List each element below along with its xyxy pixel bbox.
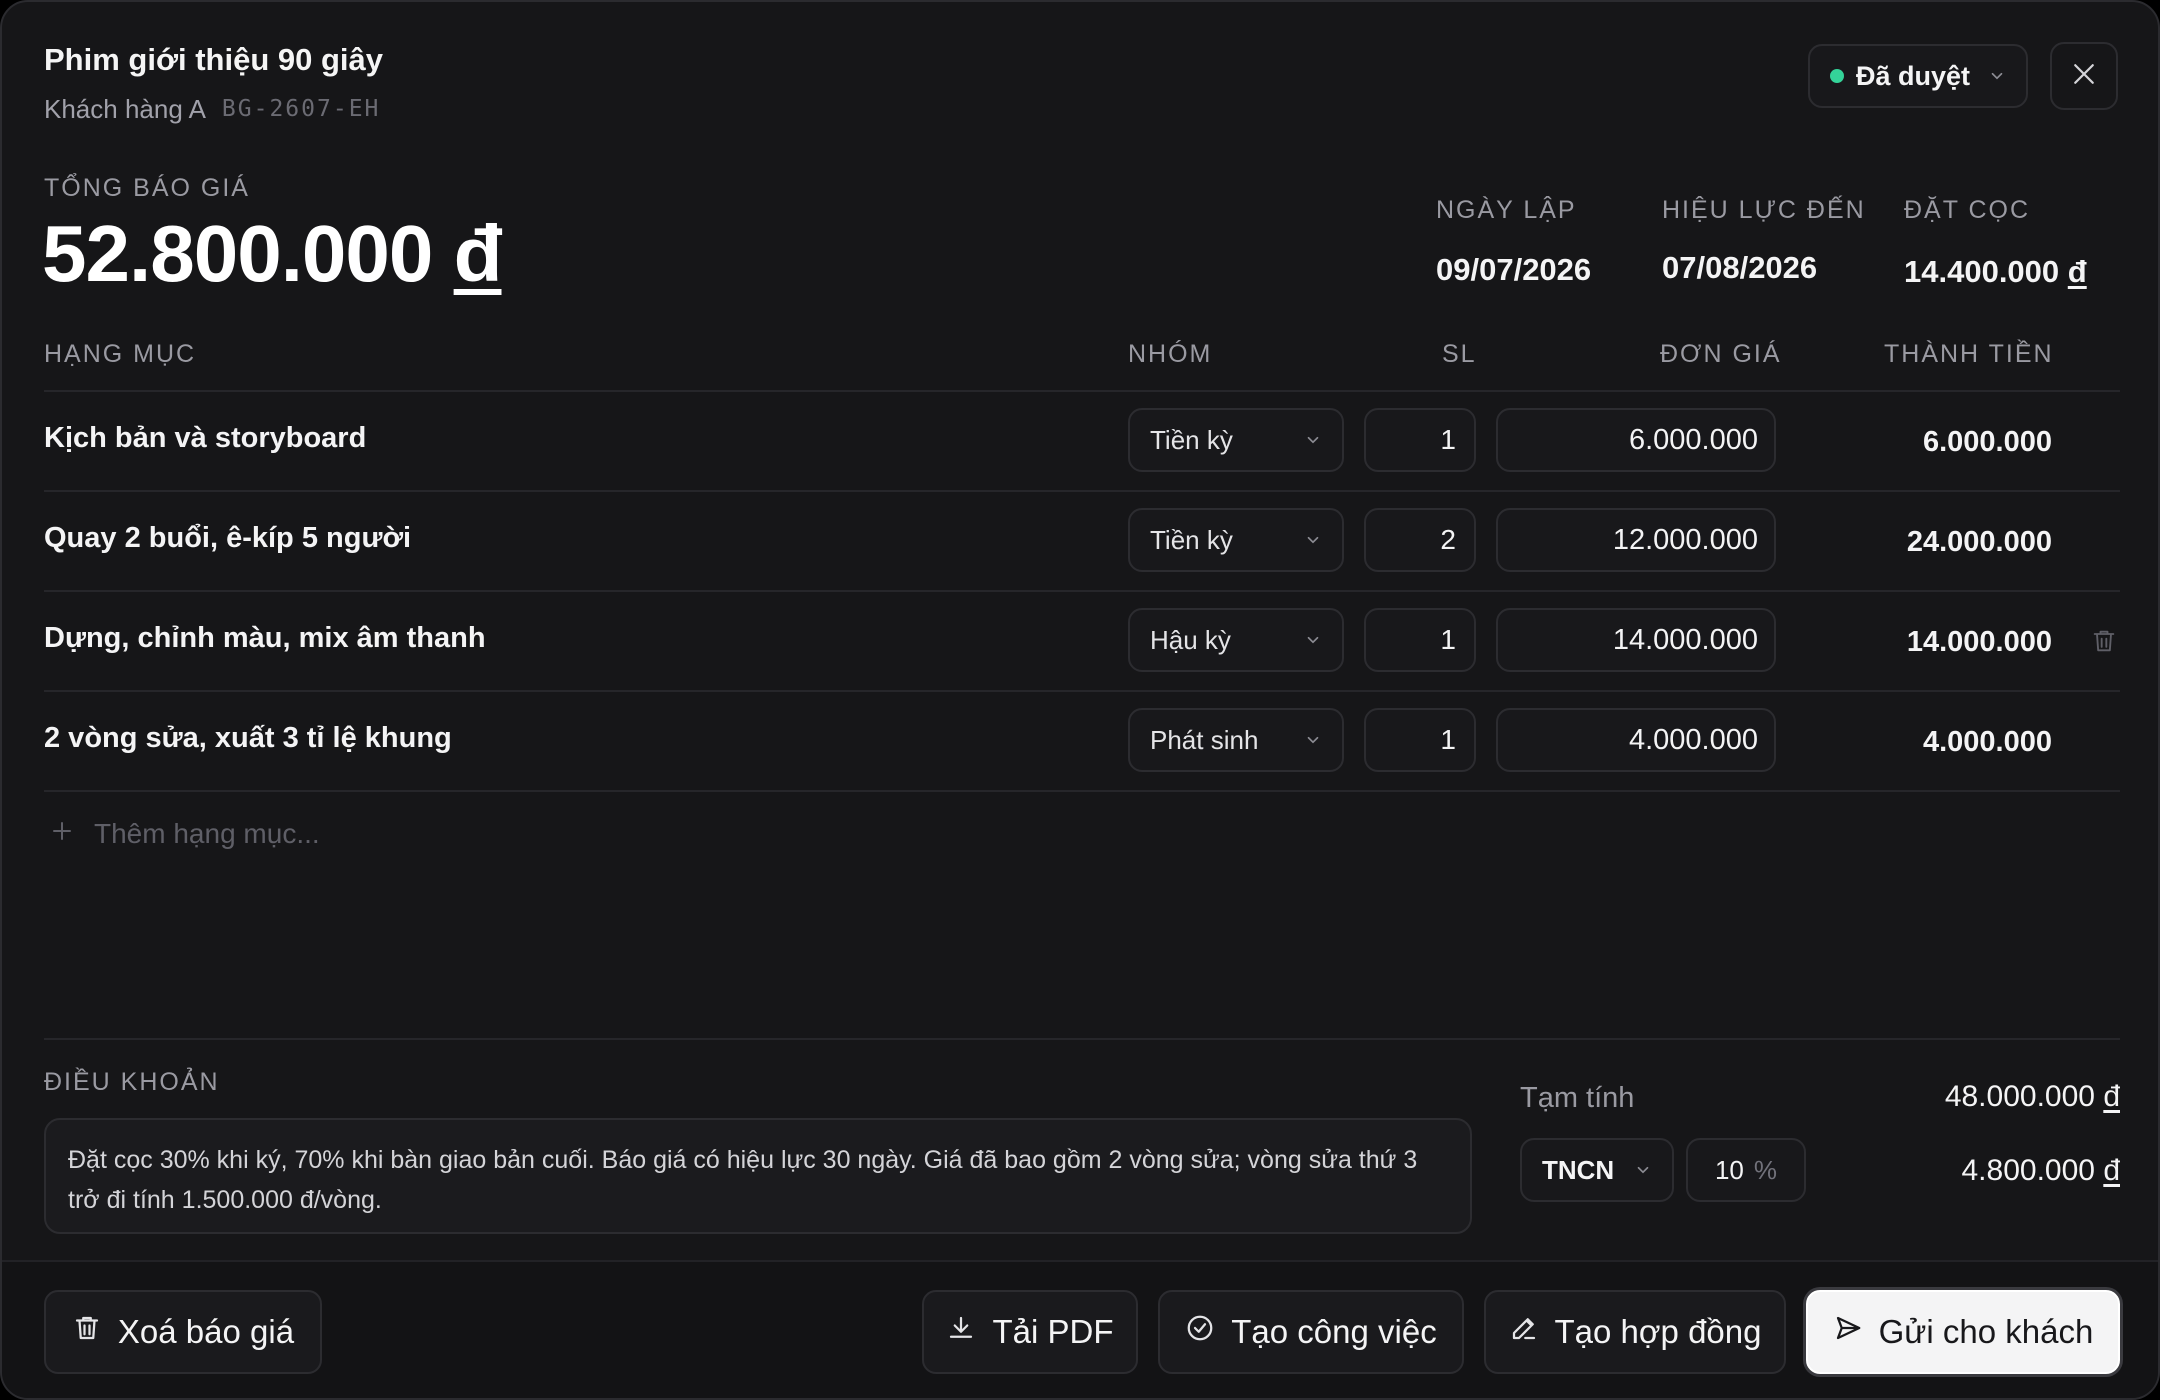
column-header-amount: THÀNH TIỀN [1884, 340, 2054, 368]
trash-icon[interactable] [2090, 626, 2118, 661]
issue-date-label: NGÀY LẬP [1436, 196, 1577, 224]
quote-code: BG-2607-EH [221, 96, 381, 122]
chevron-down-icon [1634, 1155, 1652, 1186]
quantity-input[interactable]: 1 [1364, 708, 1476, 772]
quantity-input[interactable]: 1 [1364, 408, 1476, 472]
group-select-value: Hậu kỳ [1150, 624, 1231, 655]
row-amount: 24.000.000 [1906, 526, 2052, 558]
status-dropdown[interactable]: Đã duyệt [1808, 44, 2028, 108]
group-select[interactable]: Hậu kỳ [1128, 608, 1344, 672]
row-divider [44, 590, 2120, 592]
send-icon [1833, 1313, 1863, 1351]
unit-price-input[interactable]: 14.000.000 [1496, 608, 1776, 672]
quote-title: Phim giới thiệu 90 giây [44, 42, 384, 77]
edit-icon [1509, 1313, 1539, 1351]
create-task-label: Tạo công việc [1231, 1313, 1437, 1350]
download-pdf-label: Tải PDF [992, 1313, 1114, 1350]
header-divider [44, 390, 2120, 392]
terms-label: ĐIỀU KHOẢN [44, 1068, 220, 1096]
check-circle-icon [1185, 1313, 1215, 1351]
status-label: Đã duyệt [1856, 60, 1971, 91]
tax-type-select[interactable]: TNCN [1520, 1138, 1674, 1202]
create-contract-button[interactable]: Tạo hợp đồng [1484, 1290, 1786, 1374]
create-task-button[interactable]: Tạo công việc [1158, 1290, 1464, 1374]
subtotal-label: Tạm tính [1520, 1082, 1635, 1114]
download-pdf-button[interactable]: Tải PDF [922, 1290, 1138, 1374]
tax-rate-value: 10 [1714, 1154, 1744, 1185]
group-select-value: Phát sinh [1150, 724, 1259, 755]
chevron-down-icon [1304, 425, 1322, 456]
table-row-name[interactable]: Dựng, chỉnh màu, mix âm thanh [44, 622, 486, 655]
add-item-button[interactable]: Thêm hạng mục... [50, 818, 320, 850]
tax-amount: 4.800.000 [1961, 1154, 2095, 1187]
tax-rate-input[interactable]: 10 % [1686, 1138, 1806, 1202]
unit-price-input[interactable]: 6.000.000 [1496, 408, 1776, 472]
column-header-item: HẠNG MỤC [44, 340, 197, 368]
subtotal-value: 48.000.000 đ [1822, 1080, 2120, 1114]
total-value: 52.800.000 đ [42, 208, 502, 300]
unit-price-input[interactable]: 12.000.000 [1496, 508, 1776, 572]
chevron-down-icon [1988, 61, 2006, 92]
table-row-name[interactable]: 2 vòng sửa, xuất 3 tỉ lệ khung [44, 722, 452, 755]
total-currency: đ [453, 209, 503, 298]
quantity-input[interactable]: 2 [1364, 508, 1476, 572]
tax-type-value: TNCN [1542, 1154, 1615, 1185]
group-select-value: Tiền kỳ [1150, 524, 1233, 555]
unit-price-input[interactable]: 4.000.000 [1496, 708, 1776, 772]
row-divider [44, 490, 2120, 492]
quote-subtitle: Khách hàng A BG-2607-EH [44, 94, 380, 125]
column-header-group: NHÓM [1128, 340, 1213, 368]
chevron-down-icon [1304, 525, 1322, 556]
group-select-value: Tiền kỳ [1150, 424, 1233, 455]
row-divider [44, 690, 2120, 692]
quote-dialog: Phim giới thiệu 90 giây Khách hàng A BG-… [0, 0, 2160, 1400]
deposit-currency: đ [2067, 254, 2087, 289]
column-header-qty: SL [1442, 340, 1477, 368]
row-divider [44, 790, 2120, 792]
group-select[interactable]: Tiền kỳ [1128, 508, 1344, 572]
client-name: Khách hàng A [44, 94, 206, 124]
status-dot [1830, 69, 1844, 83]
section-divider [44, 1038, 2120, 1040]
column-header-price: ĐƠN GIÁ [1660, 340, 1782, 368]
issue-date-value: 09/07/2026 [1436, 252, 1592, 287]
subtotal-amount: 48.000.000 [1944, 1080, 2095, 1113]
subtotal-currency: đ [2103, 1080, 2120, 1113]
add-item-placeholder: Thêm hạng mục... [94, 818, 320, 849]
delete-quote-label: Xoá báo giá [117, 1313, 295, 1350]
delete-quote-button[interactable]: Xoá báo giá [44, 1290, 322, 1374]
row-amount: 6.000.000 [1922, 426, 2052, 458]
deposit-amount: 14.400.000 [1904, 254, 2060, 289]
download-icon [946, 1313, 976, 1351]
terms-textarea[interactable]: Đặt cọc 30% khi ký, 70% khi bàn giao bản… [44, 1118, 1472, 1234]
tax-value: 4.800.000 đ [1822, 1154, 2121, 1188]
close-button[interactable] [2050, 42, 2118, 110]
tax-rate-unit: % [1753, 1154, 1778, 1185]
deposit-label: ĐẶT CỌC [1904, 196, 2031, 224]
total-amount: 52.800.000 [42, 209, 433, 298]
group-select[interactable]: Tiền kỳ [1128, 408, 1344, 472]
row-amount: 14.000.000 [1906, 626, 2052, 658]
chevron-down-icon [1304, 725, 1322, 756]
deposit-value: 14.400.000 đ [1904, 254, 2087, 290]
row-amount: 4.000.000 [1922, 726, 2052, 758]
valid-until-label: HIỆU LỰC ĐẾN [1662, 196, 1866, 224]
plus-icon [50, 818, 74, 850]
chevron-down-icon [1304, 625, 1322, 656]
close-icon [2069, 59, 2099, 94]
total-label: TỔNG BÁO GIÁ [44, 174, 250, 202]
create-contract-label: Tạo hợp đồng [1554, 1313, 1762, 1350]
valid-until-value: 07/08/2026 [1662, 250, 1818, 285]
tax-currency: đ [2103, 1154, 2120, 1187]
group-select[interactable]: Phát sinh [1128, 708, 1344, 772]
send-to-client-button[interactable]: Gửi cho khách [1806, 1290, 2120, 1374]
send-to-client-label: Gửi cho khách [1878, 1313, 2094, 1350]
quantity-input[interactable]: 1 [1364, 608, 1476, 672]
table-row-name[interactable]: Quay 2 buổi, ê-kíp 5 người [44, 522, 411, 555]
trash-icon [72, 1312, 102, 1352]
table-row-name[interactable]: Kịch bản và storyboard [44, 422, 366, 455]
